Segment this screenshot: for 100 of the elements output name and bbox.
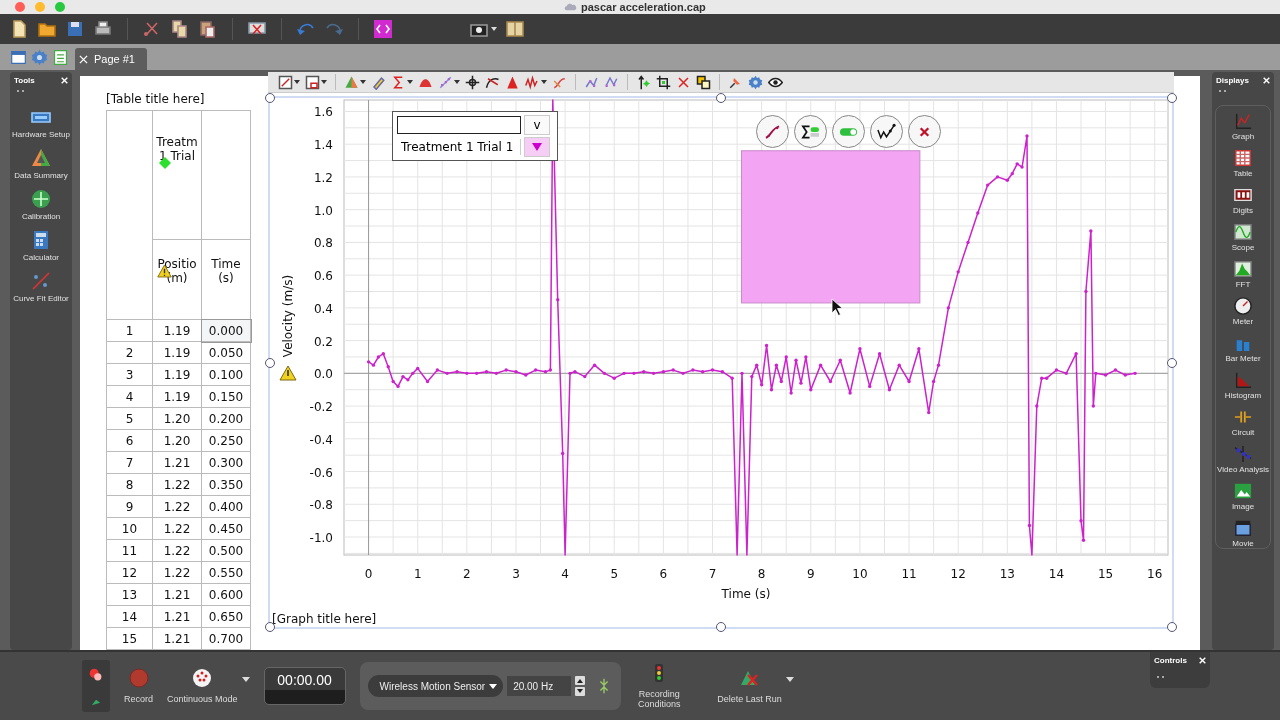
row-number: 9	[106, 495, 153, 518]
panel-title: Tools	[14, 76, 35, 85]
table-cell[interactable]: 0.500	[201, 539, 251, 562]
display-item[interactable]: Video Analysis	[1216, 445, 1270, 474]
tick-label: -0.2	[309, 400, 333, 415]
tick-label: 3	[512, 567, 520, 581]
tick-label: -1.0	[309, 531, 333, 545]
tick-label: 0.2	[313, 334, 333, 349]
tick-label: 0.6	[313, 269, 333, 284]
mode-button[interactable]: Continuous Mode	[167, 668, 238, 704]
table-cell: 1.22	[152, 539, 202, 562]
tick-label: 1	[413, 567, 422, 581]
table-cell: 1.19	[152, 341, 202, 364]
tick-label: 1.0	[313, 203, 333, 218]
row-number: 14	[106, 605, 153, 628]
panel-title: Displays	[1216, 76, 1249, 85]
record-button[interactable]: Record	[124, 668, 153, 704]
table-cell: 1.20	[152, 429, 202, 452]
tick-label: 7	[708, 567, 717, 581]
row-number: 6	[106, 429, 153, 452]
x-axis-title[interactable]: Time (s)	[721, 587, 771, 601]
row-number: 7	[106, 451, 153, 474]
table-cell[interactable]: 0.200	[201, 407, 251, 430]
tick-label: 11	[901, 567, 917, 581]
row-number: 13	[106, 583, 153, 606]
table-cell[interactable]: 0.700	[201, 627, 251, 650]
table-cell: 1.22	[152, 495, 202, 518]
display-item[interactable]: Movie	[1216, 519, 1270, 548]
table-cell: 1.19	[152, 363, 202, 386]
row-number: 3	[106, 363, 153, 386]
table-cell[interactable]: 0.250	[201, 429, 251, 452]
table-cell[interactable]: 0.400	[201, 495, 251, 518]
table-cell: 1.21	[152, 451, 202, 474]
run-label[interactable]: Treatment 1 Trial 1	[397, 139, 521, 155]
display-item[interactable]: FFT	[1216, 260, 1270, 289]
y-axis-title[interactable]: Velocity (m/s)	[281, 274, 295, 358]
display-item[interactable]: Circuit	[1216, 408, 1270, 437]
table-cell[interactable]: 0.350	[201, 473, 251, 496]
tick-label: 4	[561, 567, 569, 581]
table-cell[interactable]: 0.550	[201, 561, 251, 584]
tick-label: 13	[999, 567, 1015, 581]
tick-label: 9	[806, 567, 815, 581]
sensor-dropdown[interactable]: Wireless Motion Sensor	[367, 675, 504, 697]
tool-item[interactable]: Calibration	[12, 189, 70, 221]
row-number: 1	[106, 319, 153, 342]
table-cell[interactable]: 0.150	[201, 385, 251, 408]
filter-button[interactable]: v	[524, 115, 550, 135]
display-item[interactable]: Graph	[1216, 112, 1270, 141]
row-number: 2	[106, 341, 153, 364]
table-cell: 1.21	[152, 627, 202, 650]
display-item[interactable]: Table	[1216, 149, 1270, 178]
table-cell[interactable]: 0.300	[201, 451, 251, 474]
table-cell: 1.21	[152, 583, 202, 606]
row-number: 5	[106, 407, 153, 430]
timer-display: 00:00.00	[263, 667, 346, 705]
display-item[interactable]: Bar Meter	[1216, 334, 1270, 363]
display-item[interactable]: Histogram	[1216, 371, 1270, 400]
table-cell[interactable]: 0.600	[201, 583, 251, 606]
tick-label: 2	[463, 567, 471, 581]
tick-label: 0.0	[313, 367, 333, 382]
tick-label: 14	[1048, 567, 1065, 581]
table-title: [Table title here]	[106, 92, 206, 106]
tick-label: 8	[757, 567, 766, 581]
recording-conditions-button[interactable]: Recording Conditions	[635, 663, 684, 709]
display-item[interactable]: Scope	[1216, 223, 1270, 252]
table-cell[interactable]: 0.450	[201, 517, 251, 540]
tool-item[interactable]: Calculator	[12, 230, 70, 262]
table-cell[interactable]: 0.650	[201, 605, 251, 628]
delete-last-run-button[interactable]: Delete Last Run	[717, 668, 782, 704]
table-cell: 1.21	[152, 605, 202, 628]
tick-label: 0.4	[313, 301, 333, 316]
rate-field[interactable]: 20.00 Hz	[507, 676, 572, 696]
row-number: 4	[106, 385, 153, 408]
tick-label: 5	[610, 567, 619, 581]
tick-label: 0	[364, 567, 373, 581]
tick-label: -0.8	[309, 498, 333, 513]
tick-label: 1.2	[313, 170, 333, 185]
row-number: 15	[106, 627, 153, 650]
page-tab[interactable]: Page #1	[75, 48, 147, 70]
row-number: 11	[106, 539, 153, 562]
tick-label: 10	[852, 567, 868, 581]
table-cell[interactable]: 0.000	[201, 319, 251, 342]
tick-label: 0.8	[313, 236, 333, 251]
table-cell[interactable]: 0.050	[201, 341, 251, 364]
tick-label: 15	[1097, 567, 1114, 581]
tick-label: -0.6	[309, 465, 333, 480]
window-title: pascar acceleration.cap	[581, 0, 706, 14]
display-item[interactable]: Image	[1216, 482, 1270, 511]
table-cell[interactable]: 0.100	[201, 363, 251, 386]
row-number: 8	[106, 473, 153, 496]
panel-title: Controls	[1154, 656, 1187, 665]
tool-item[interactable]: Data Summary	[12, 148, 70, 180]
tick-label: 16	[1147, 567, 1163, 581]
display-item[interactable]: Meter	[1216, 297, 1270, 326]
tick-label: 6	[659, 567, 668, 581]
graph-title: [Graph title here]	[271, 612, 378, 626]
display-item[interactable]: Digits	[1216, 186, 1270, 215]
table-cell: 1.22	[152, 473, 202, 496]
tool-item[interactable]: Hardware Setup	[12, 107, 70, 139]
tool-item[interactable]: Curve Fit Editor	[12, 271, 70, 303]
